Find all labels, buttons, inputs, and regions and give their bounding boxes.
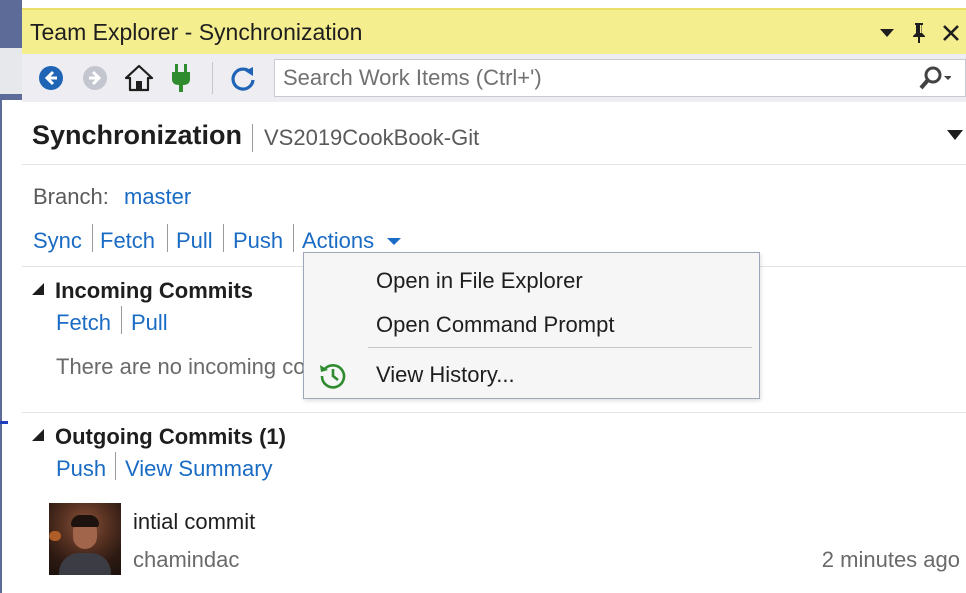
menu-item-label: Open Command Prompt: [376, 312, 615, 337]
ide-background-strip: [0, 0, 22, 593]
title-bar: Team Explorer - Synchronization: [22, 8, 966, 54]
actions-menu: Open in File Explorer Open Command Promp…: [303, 252, 760, 399]
section-divider: [22, 412, 966, 413]
search-icon[interactable]: [919, 66, 952, 92]
commit-author: chamindac: [133, 547, 240, 572]
link-separator: [223, 224, 224, 252]
link-separator: [167, 224, 168, 252]
commit-message[interactable]: intial commit: [133, 509, 255, 535]
header-divider: [22, 164, 966, 165]
chevron-down-icon: [387, 238, 402, 246]
collapse-triangle-icon[interactable]: [31, 282, 45, 296]
menu-separator: [368, 347, 752, 348]
forward-arrow-icon[interactable]: [80, 63, 110, 93]
view-summary-link[interactable]: View Summary: [125, 456, 273, 482]
avatar: [49, 503, 121, 575]
page-title: Synchronization: [32, 120, 243, 150]
toolbar-separator: [212, 62, 213, 94]
collapse-triangle-icon[interactable]: [31, 428, 45, 442]
sync-link[interactable]: Sync: [33, 228, 82, 254]
actions-dropdown[interactable]: Actions: [302, 228, 402, 254]
toolbar: [22, 54, 966, 102]
incoming-commits-title[interactable]: Incoming Commits: [55, 278, 253, 304]
search-box: [274, 59, 966, 97]
link-separator: [92, 224, 93, 252]
commit-timestamp: 2 minutes ago: [821, 547, 960, 572]
connect-plug-icon[interactable]: [166, 63, 196, 93]
link-separator: [293, 224, 294, 252]
incoming-pull-link[interactable]: Pull: [131, 310, 168, 336]
branch-link[interactable]: master: [124, 184, 191, 210]
incoming-fetch-link[interactable]: Fetch: [56, 310, 111, 336]
home-icon[interactable]: [124, 63, 154, 93]
push-link[interactable]: Push: [233, 228, 283, 254]
window-menu-dropdown-icon[interactable]: [874, 20, 900, 46]
pin-icon[interactable]: [906, 20, 932, 46]
link-separator: [121, 306, 122, 334]
refresh-icon[interactable]: [228, 63, 258, 93]
menu-item-open-command-prompt[interactable]: Open Command Prompt: [304, 305, 759, 345]
menu-item-label: View History...: [376, 362, 515, 387]
window-title: Team Explorer - Synchronization: [30, 19, 363, 45]
repository-name: VS2019CookBook-Git: [264, 125, 480, 150]
outgoing-push-link[interactable]: Push: [56, 456, 106, 482]
menu-item-label: Open in File Explorer: [376, 268, 583, 293]
close-icon[interactable]: [938, 20, 964, 46]
back-arrow-icon[interactable]: [36, 63, 66, 93]
fetch-link[interactable]: Fetch: [100, 228, 155, 254]
search-input[interactable]: [283, 60, 903, 96]
pull-link[interactable]: Pull: [176, 228, 213, 254]
title-separator: [252, 124, 253, 152]
actions-label: Actions: [302, 228, 375, 253]
page-menu-dropdown-icon[interactable]: [946, 128, 964, 142]
outgoing-commits-title[interactable]: Outgoing Commits (1): [55, 424, 286, 450]
link-separator: [115, 452, 116, 480]
history-icon: [320, 364, 346, 389]
menu-item-open-in-file-explorer[interactable]: Open in File Explorer: [304, 261, 759, 301]
branch-label: Branch:: [33, 184, 109, 209]
team-explorer-panel: Team Explorer - Synchronization Search W…: [22, 0, 966, 593]
menu-item-view-history[interactable]: View History...: [304, 355, 759, 395]
